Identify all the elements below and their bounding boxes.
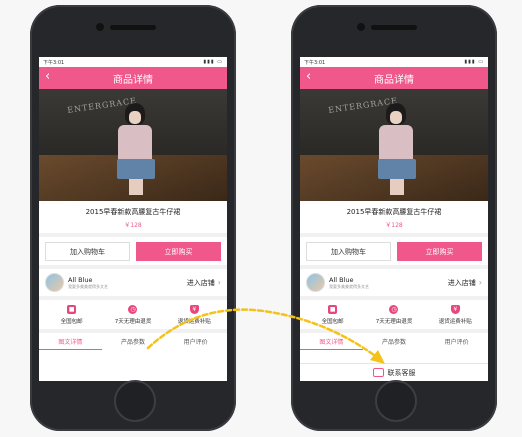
arrow-head (370, 350, 385, 364)
transition-arrow-icon (146, 308, 385, 364)
arrow-path (146, 308, 380, 360)
